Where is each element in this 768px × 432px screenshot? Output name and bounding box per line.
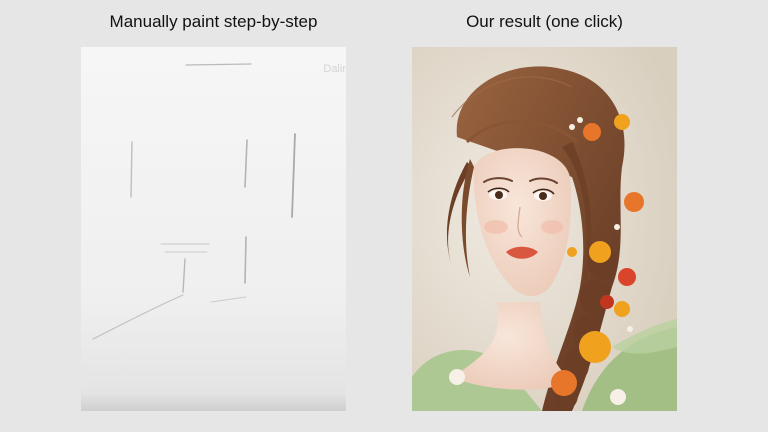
sketch-strokes [92,63,296,340]
left-caption: Manually paint step-by-step [109,12,318,31]
right-caption: Our result (one click) [466,12,623,31]
watermark-text: Dalir [323,63,346,75]
earring [567,247,577,257]
generated-portrait [412,47,677,411]
portrait-illustration [412,47,677,411]
manual-paint-canvas: Dalir [81,47,346,411]
